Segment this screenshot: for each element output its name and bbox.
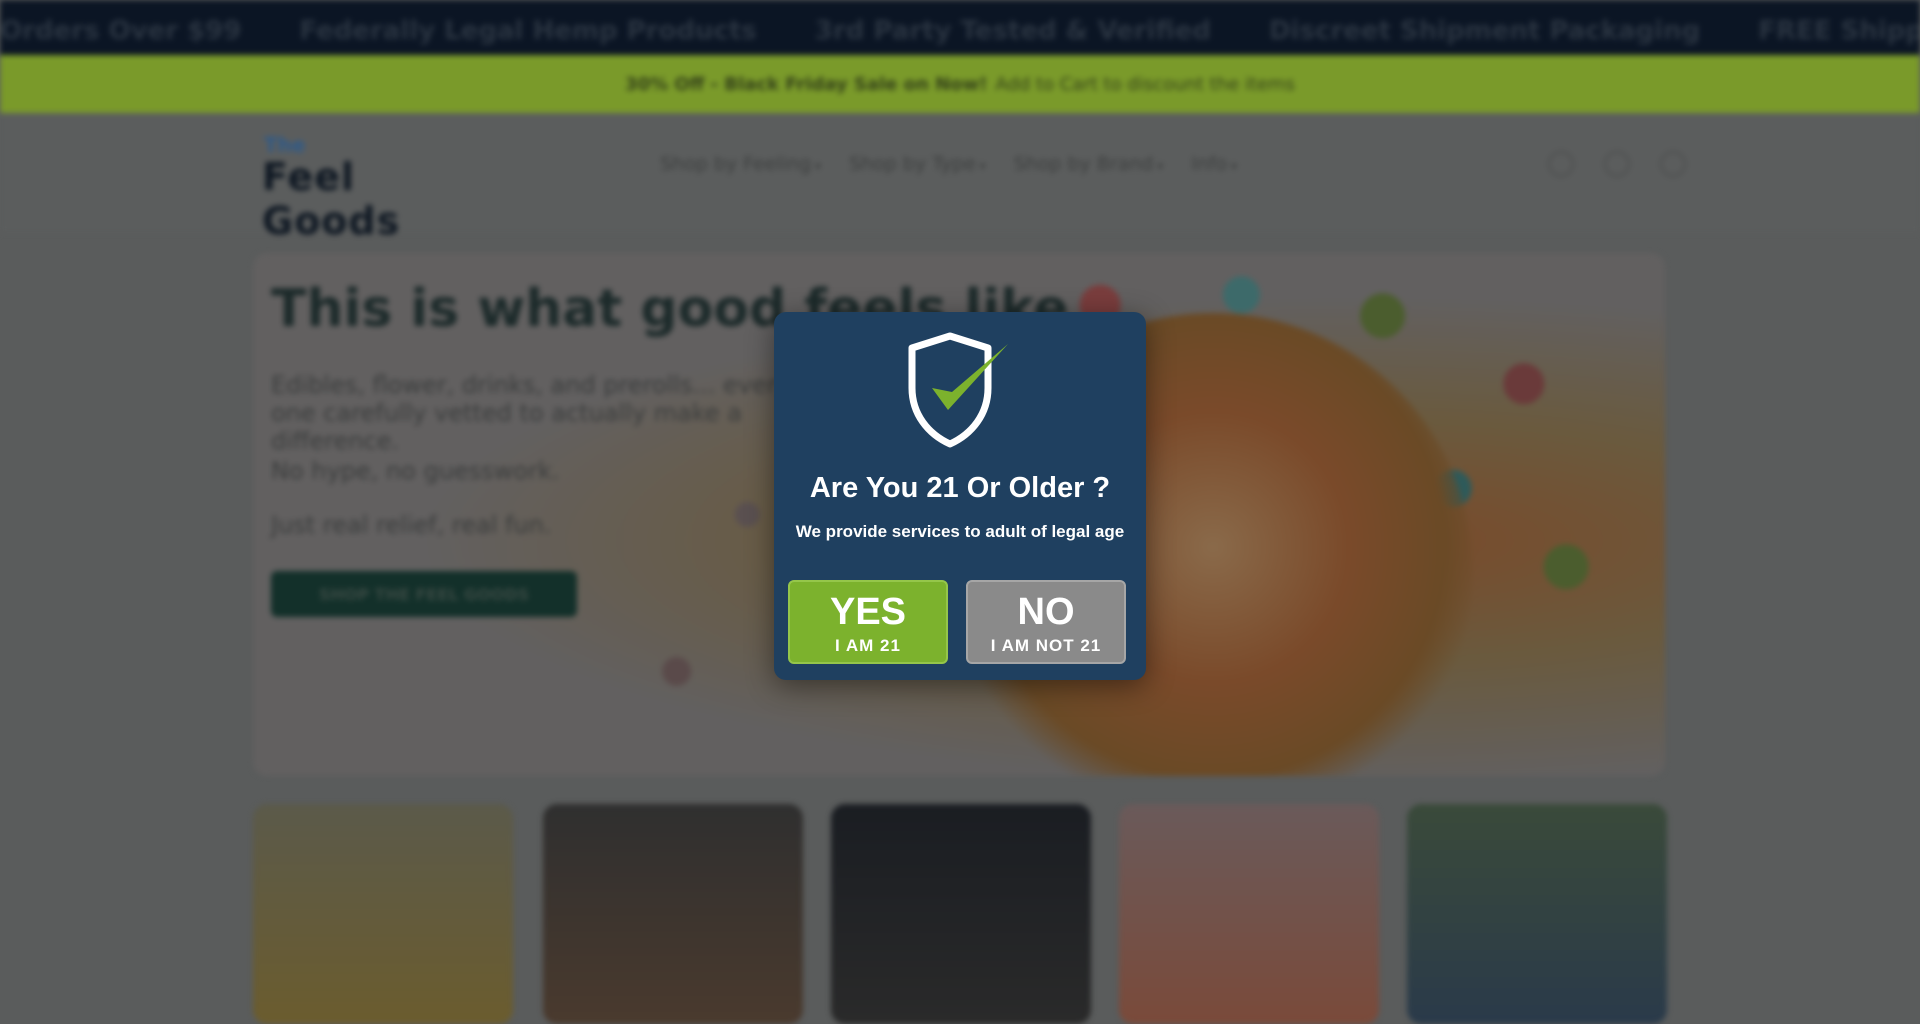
yes-label: YES (829, 591, 907, 633)
no-not-21-button[interactable]: NO I AM NOT 21 (966, 580, 1126, 664)
age-verification-modal: Are You 21 Or Older ? We provide service… (774, 312, 1146, 680)
yes-21-button[interactable]: YES I AM 21 (788, 580, 948, 664)
modal-subtitle: We provide services to adult of legal ag… (795, 522, 1125, 541)
yes-sublabel: I AM 21 (835, 636, 901, 655)
shield-check-icon (908, 332, 1008, 448)
modal-title: Are You 21 Or Older ? (809, 472, 1111, 504)
no-sublabel: I AM NOT 21 (990, 636, 1102, 655)
modal-overlay: Are You 21 Or Older ? We provide service… (0, 0, 1920, 993)
no-label: NO (1017, 591, 1075, 633)
